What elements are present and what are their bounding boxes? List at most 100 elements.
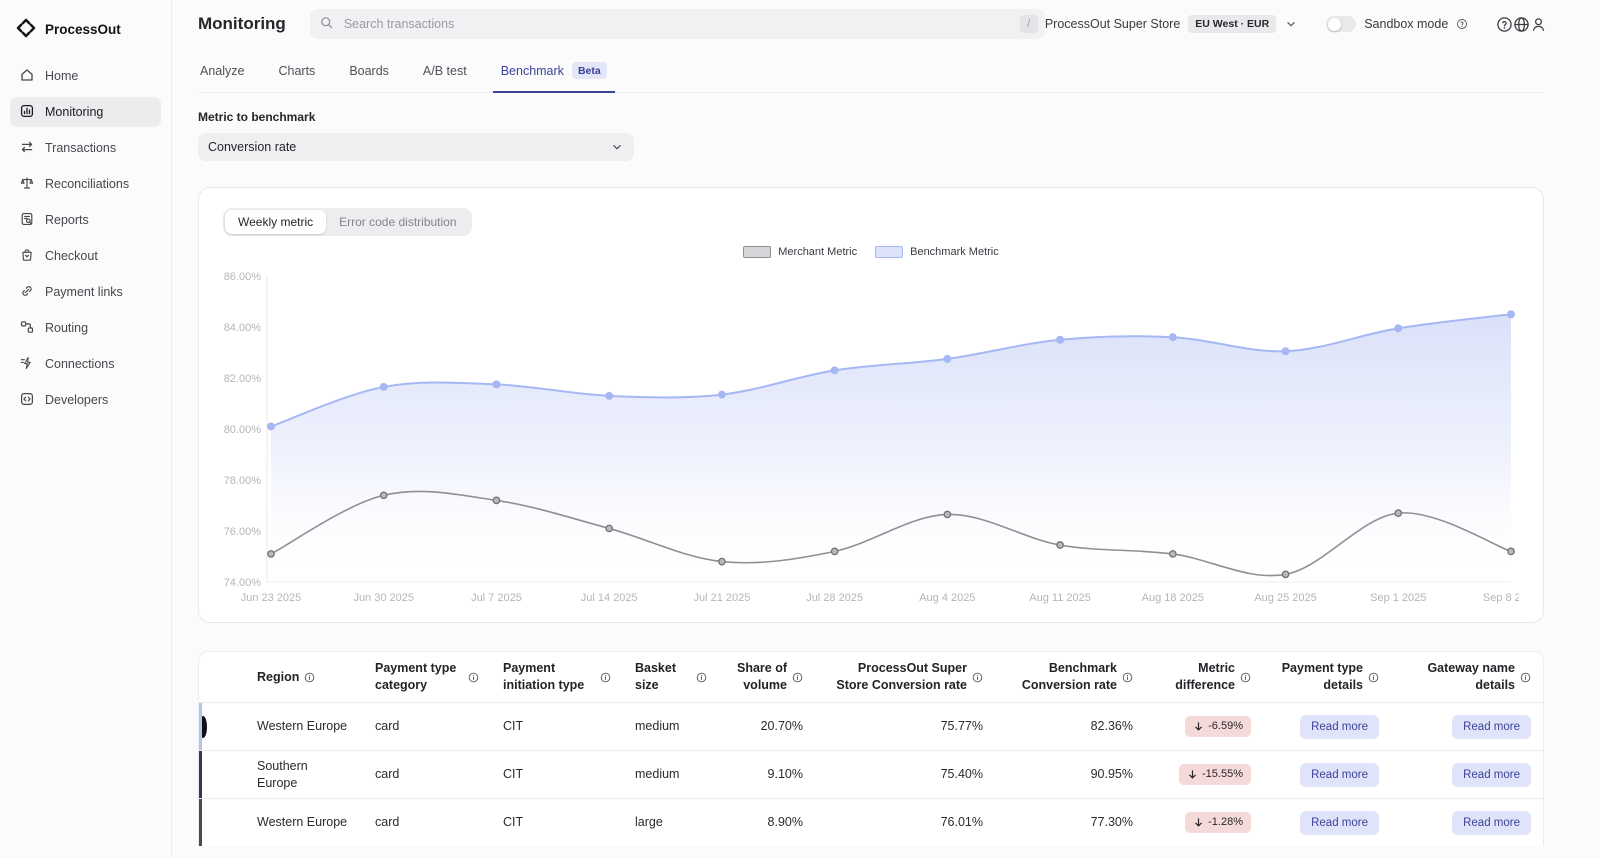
- info-icon[interactable]: [696, 672, 707, 683]
- tab-benchmark[interactable]: BenchmarkBeta: [499, 52, 609, 92]
- svg-text:Jun 30 2025: Jun 30 2025: [353, 592, 414, 604]
- svg-text:78.00%: 78.00%: [224, 475, 262, 487]
- column-label: Metric difference: [1157, 660, 1235, 694]
- row-accent-bar: [199, 799, 202, 846]
- table-row[interactable]: Western EuropecardCITmedium20.70%75.77%8…: [199, 702, 1543, 750]
- info-icon[interactable]: [1520, 672, 1531, 683]
- workspace-switcher[interactable]: ProcessOut Super Store EU West · EUR: [1045, 15, 1298, 33]
- sandbox-mode-control: Sandbox mode: [1326, 16, 1468, 32]
- workspace-name: ProcessOut Super Store: [1045, 17, 1180, 31]
- cell-value: 76.01%: [941, 814, 983, 831]
- svg-text:84.00%: 84.00%: [224, 322, 262, 334]
- payment-type-details-read-more-button[interactable]: Read more: [1300, 715, 1379, 739]
- column-label: Gateway name details: [1403, 660, 1515, 694]
- sidebar-item-monitoring[interactable]: Monitoring: [10, 97, 161, 127]
- svg-text:76.00%: 76.00%: [224, 526, 262, 538]
- cell-region: Western Europe: [245, 812, 363, 833]
- tab-analyze[interactable]: Analyze: [198, 52, 246, 92]
- column-label: ProcessOut Super Store Conversion rate: [827, 660, 967, 694]
- cell-payment-type-details: Read more: [1263, 761, 1391, 789]
- arrow-down-icon: [1193, 721, 1204, 732]
- cell-value: card: [375, 766, 399, 783]
- info-icon[interactable]: [304, 672, 315, 683]
- column-header-payment-initiation-type: Payment initiation type: [491, 658, 623, 696]
- svg-text:Aug 11 2025: Aug 11 2025: [1029, 592, 1091, 604]
- sidebar-item-label: Transactions: [45, 141, 116, 155]
- info-icon[interactable]: [1122, 672, 1133, 683]
- sidebar-item-payment-links[interactable]: Payment links: [10, 277, 161, 307]
- gateway-name-details-read-more-button[interactable]: Read more: [1452, 811, 1531, 835]
- benchmark-chart: 86.00%84.00%82.00%80.00%78.00%76.00%74.0…: [223, 264, 1519, 616]
- connections-icon: [19, 355, 35, 374]
- cell-benchmark-conversion-rate: 82.36%: [995, 716, 1145, 737]
- sidebar-item-reconciliations[interactable]: Reconciliations: [10, 169, 161, 199]
- sidebar-item-label: Home: [45, 69, 78, 83]
- sidebar-item-home[interactable]: Home: [10, 61, 161, 91]
- info-icon[interactable]: [468, 672, 479, 683]
- svg-text:Sep 8 2025: Sep 8 2025: [1483, 592, 1519, 604]
- metric-select[interactable]: Conversion rate: [198, 133, 634, 161]
- column-label: Basket size: [635, 660, 691, 694]
- cell-value: 8.90%: [768, 814, 803, 831]
- table-row[interactable]: Southern EuropecardCITmedium9.10%75.40%9…: [199, 750, 1543, 798]
- tab-label: Benchmark: [501, 64, 564, 78]
- cell-region: Southern Europe: [245, 756, 363, 794]
- gateway-name-details-read-more-button[interactable]: Read more: [1452, 715, 1531, 739]
- monitoring-icon: [19, 103, 35, 122]
- cell-benchmark-conversion-rate: 90.95%: [995, 764, 1145, 785]
- payment-type-details-read-more-button[interactable]: Read more: [1300, 763, 1379, 787]
- workspace-region-badge: EU West · EUR: [1188, 15, 1276, 33]
- tab-boards[interactable]: Boards: [347, 52, 391, 92]
- sidebar-item-transactions[interactable]: Transactions: [10, 133, 161, 163]
- globe-icon[interactable]: [1513, 11, 1530, 37]
- info-icon[interactable]: [600, 672, 611, 683]
- routing-icon: [19, 319, 35, 338]
- cell-value: CIT: [503, 814, 523, 831]
- tab-charts[interactable]: Charts: [276, 52, 317, 92]
- cell-value: 75.40%: [941, 766, 983, 783]
- chart-view-weekly-metric[interactable]: Weekly metric: [225, 210, 326, 234]
- sidebar-item-connections[interactable]: Connections: [10, 349, 161, 379]
- user-icon[interactable]: [1530, 11, 1547, 37]
- search-bar[interactable]: /: [310, 9, 1045, 39]
- svg-text:Jul 21 2025: Jul 21 2025: [693, 592, 750, 604]
- row-radio-cell: [199, 720, 245, 734]
- benchmark-table: RegionPayment type categoryPayment initi…: [198, 651, 1544, 846]
- cell-basket-size: medium: [623, 764, 719, 785]
- sandbox-help-icon[interactable]: [1456, 18, 1468, 30]
- chevron-down-icon: [1284, 17, 1298, 31]
- svg-text:Aug 18 2025: Aug 18 2025: [1142, 592, 1204, 604]
- toggle-knob: [1328, 18, 1341, 31]
- sidebar-item-routing[interactable]: Routing: [10, 313, 161, 343]
- reports-icon: [19, 211, 35, 230]
- sidebar-item-label: Reconciliations: [45, 177, 129, 191]
- search-input[interactable]: [342, 16, 1012, 32]
- info-icon[interactable]: [1240, 672, 1251, 683]
- help-icon[interactable]: [1496, 11, 1513, 37]
- table-body: Western EuropecardCITmedium20.70%75.77%8…: [199, 702, 1543, 846]
- cell-payment-type-category: card: [363, 812, 491, 833]
- info-icon[interactable]: [792, 672, 803, 683]
- gateway-name-details-read-more-button[interactable]: Read more: [1452, 763, 1531, 787]
- sandbox-toggle[interactable]: [1326, 16, 1356, 32]
- sidebar-item-label: Developers: [45, 393, 108, 407]
- cell-benchmark-conversion-rate: 77.30%: [995, 812, 1145, 833]
- table-row[interactable]: Western EuropecardCITlarge8.90%76.01%77.…: [199, 798, 1543, 846]
- tab-label: Boards: [349, 64, 389, 78]
- legend-swatch: [875, 246, 903, 258]
- tab-a-b-test[interactable]: A/B test: [421, 52, 469, 92]
- column-label: Payment initiation type: [503, 660, 595, 694]
- column-label: Share of volume: [731, 660, 787, 694]
- sidebar-item-reports[interactable]: Reports: [10, 205, 161, 235]
- sidebar-item-label: Routing: [45, 321, 88, 335]
- sidebar-item-developers[interactable]: Developers: [10, 385, 161, 415]
- info-icon[interactable]: [1368, 672, 1379, 683]
- chart-view-error-code-distribution[interactable]: Error code distribution: [326, 210, 469, 234]
- sidebar-item-checkout[interactable]: Checkout: [10, 241, 161, 271]
- cell-region: Western Europe: [245, 716, 363, 737]
- metric-difference-value: -6.59%: [1208, 719, 1243, 734]
- column-label: Payment type category: [375, 660, 463, 694]
- payment-type-details-read-more-button[interactable]: Read more: [1300, 811, 1379, 835]
- info-icon[interactable]: [972, 672, 983, 683]
- cell-metric-difference: -1.28%: [1145, 810, 1263, 836]
